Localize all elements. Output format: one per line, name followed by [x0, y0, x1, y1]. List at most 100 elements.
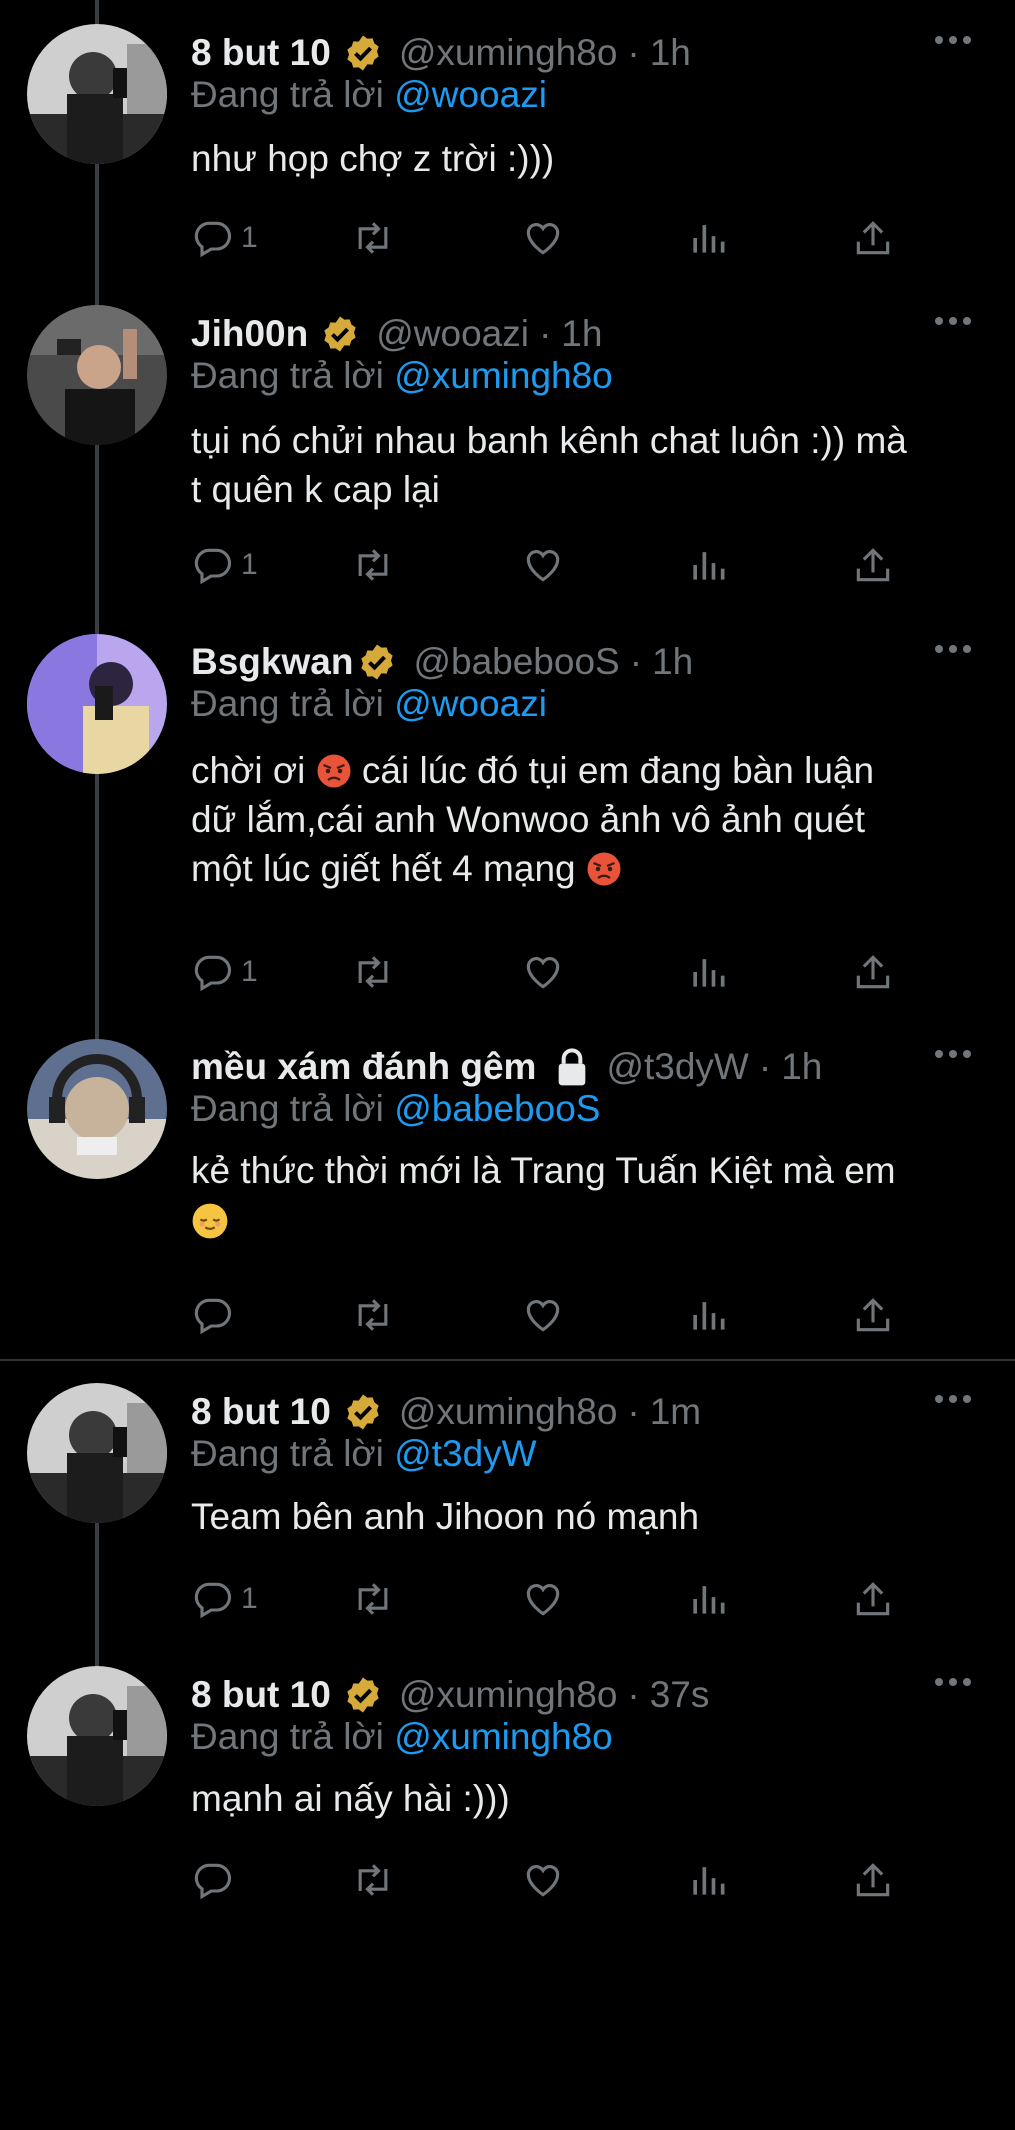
verified-badge-icon — [347, 1394, 379, 1430]
reply-count: 1 — [241, 1582, 258, 1615]
retweet-button[interactable] — [351, 1857, 395, 1903]
more-options-icon[interactable] — [933, 1672, 973, 1692]
mention-link[interactable]: @wooazi — [394, 74, 547, 115]
reply-button[interactable] — [191, 1857, 241, 1903]
handle[interactable]: @xumingh8o — [399, 32, 618, 73]
angry-face-icon — [317, 754, 351, 788]
retweet-icon — [358, 549, 388, 581]
relieved-face-icon — [192, 1203, 228, 1239]
retweet-button[interactable] — [351, 215, 395, 261]
handle[interactable]: @xumingh8o — [399, 1674, 618, 1715]
tweet[interactable]: Jih00n @wooazi · 1h Đang trả lời @xumingh8… — [0, 281, 1015, 611]
tweet-actions: 1 — [191, 215, 911, 261]
tweet[interactable]: 8 but 10 @xumingh8o · 1m Đang trả lời @t3d… — [0, 1357, 1015, 1647]
like-button[interactable] — [521, 949, 565, 995]
views-button[interactable] — [686, 1857, 730, 1903]
share-button[interactable] — [851, 1857, 895, 1903]
tweet[interactable]: 8 but 10 @xumingh8o · 37s Đang trả lời @xu… — [0, 1640, 1015, 1920]
heart-icon — [526, 1865, 560, 1897]
reply-button[interactable]: 1 — [191, 215, 258, 261]
timestamp[interactable]: 1h — [652, 641, 693, 682]
replying-to: Đang trả lời @xumingh8o — [191, 355, 613, 396]
retweet-button[interactable] — [351, 542, 395, 588]
share-button[interactable] — [851, 542, 895, 588]
retweet-button[interactable] — [351, 949, 395, 995]
tweet-actions: 1 — [191, 542, 911, 588]
display-name[interactable]: Bsgkwan — [191, 641, 353, 683]
like-button[interactable] — [521, 1576, 565, 1622]
more-options-icon[interactable] — [933, 1044, 973, 1064]
tweet-header: mều xám đánh gêm @t3dyW · 1h — [191, 1046, 823, 1088]
reply-icon — [194, 548, 232, 585]
views-button[interactable] — [686, 215, 730, 261]
share-icon — [856, 955, 890, 989]
share-button[interactable] — [851, 215, 895, 261]
like-button[interactable] — [521, 1292, 565, 1338]
more-options-icon[interactable] — [933, 30, 973, 50]
handle[interactable]: @xumingh8o — [399, 1391, 618, 1432]
handle[interactable]: @t3dyW — [606, 1046, 748, 1087]
handle[interactable]: @babebooS — [413, 641, 619, 682]
reply-button[interactable]: 1 — [191, 542, 258, 588]
handle[interactable]: @wooazi — [376, 313, 529, 354]
share-icon — [856, 221, 890, 255]
timestamp[interactable]: 1h — [650, 32, 691, 73]
display-name[interactable]: mều xám đánh gêm — [191, 1046, 536, 1088]
heart-icon — [526, 1584, 560, 1616]
reply-button[interactable] — [191, 1292, 241, 1338]
like-button[interactable] — [521, 1857, 565, 1903]
like-button[interactable] — [521, 215, 565, 261]
views-button[interactable] — [686, 1292, 730, 1338]
retweet-icon — [358, 1299, 388, 1331]
more-options-icon[interactable] — [933, 1389, 973, 1409]
avatar[interactable] — [27, 24, 167, 164]
reply-icon — [194, 1298, 232, 1335]
views-button[interactable] — [686, 1576, 730, 1622]
share-button[interactable] — [851, 1576, 895, 1622]
retweet-icon — [358, 1583, 388, 1615]
retweet-button[interactable] — [351, 1292, 395, 1338]
reply-button[interactable]: 1 — [191, 949, 258, 995]
display-name[interactable]: 8 but 10 — [191, 1674, 331, 1716]
verified-badge-icon — [324, 316, 356, 352]
share-icon — [856, 1298, 890, 1332]
timestamp[interactable]: 1h — [561, 313, 602, 354]
tweet[interactable]: Bsgkwan @babebooS · 1h Đang trả lời @wooaz… — [0, 609, 1015, 1009]
avatar[interactable] — [27, 1039, 167, 1179]
share-button[interactable] — [851, 1292, 895, 1338]
display-name[interactable]: Jih00n — [191, 313, 308, 355]
verified-badge-icon — [347, 1677, 379, 1713]
mention-link[interactable]: @t3dyW — [394, 1433, 536, 1474]
like-button[interactable] — [521, 542, 565, 588]
avatar[interactable] — [27, 305, 167, 445]
timestamp[interactable]: 1h — [781, 1046, 822, 1087]
mention-link[interactable]: @xumingh8o — [394, 355, 613, 396]
mention-link[interactable]: @wooazi — [394, 683, 547, 724]
display-name[interactable]: 8 but 10 — [191, 1391, 331, 1433]
views-icon — [693, 1586, 725, 1614]
mention-link[interactable]: @babebooS — [394, 1088, 600, 1129]
reply-icon — [194, 221, 232, 258]
tweet-text: chời ơi cái lúc đó tụi em đang bàn luận … — [191, 750, 875, 889]
tweet-actions: 1 — [191, 1576, 911, 1622]
avatar[interactable] — [27, 634, 167, 774]
share-button[interactable] — [851, 949, 895, 995]
views-button[interactable] — [686, 542, 730, 588]
tweet[interactable]: mều xám đánh gêm @t3dyW · 1h Đang trả lời … — [0, 1014, 1015, 1359]
timestamp[interactable]: 1m — [650, 1391, 701, 1432]
reply-button[interactable]: 1 — [191, 1576, 258, 1622]
timestamp[interactable]: 37s — [650, 1674, 710, 1715]
tweet-header: 8 but 10 @xumingh8o · 1m — [191, 1391, 702, 1433]
tweet-actions: 1 — [191, 949, 911, 995]
more-options-icon[interactable] — [933, 311, 973, 331]
avatar[interactable] — [27, 1666, 167, 1806]
tweet[interactable]: 8 but 10 @xumingh8o · 1h Đang trả lời @woo… — [0, 0, 1015, 280]
more-options-icon[interactable] — [933, 639, 973, 659]
views-button[interactable] — [686, 949, 730, 995]
tweet-actions — [191, 1292, 911, 1338]
views-icon — [693, 1302, 725, 1330]
display-name[interactable]: 8 but 10 — [191, 32, 331, 74]
mention-link[interactable]: @xumingh8o — [394, 1716, 613, 1757]
avatar[interactable] — [27, 1383, 167, 1523]
retweet-button[interactable] — [351, 1576, 395, 1622]
